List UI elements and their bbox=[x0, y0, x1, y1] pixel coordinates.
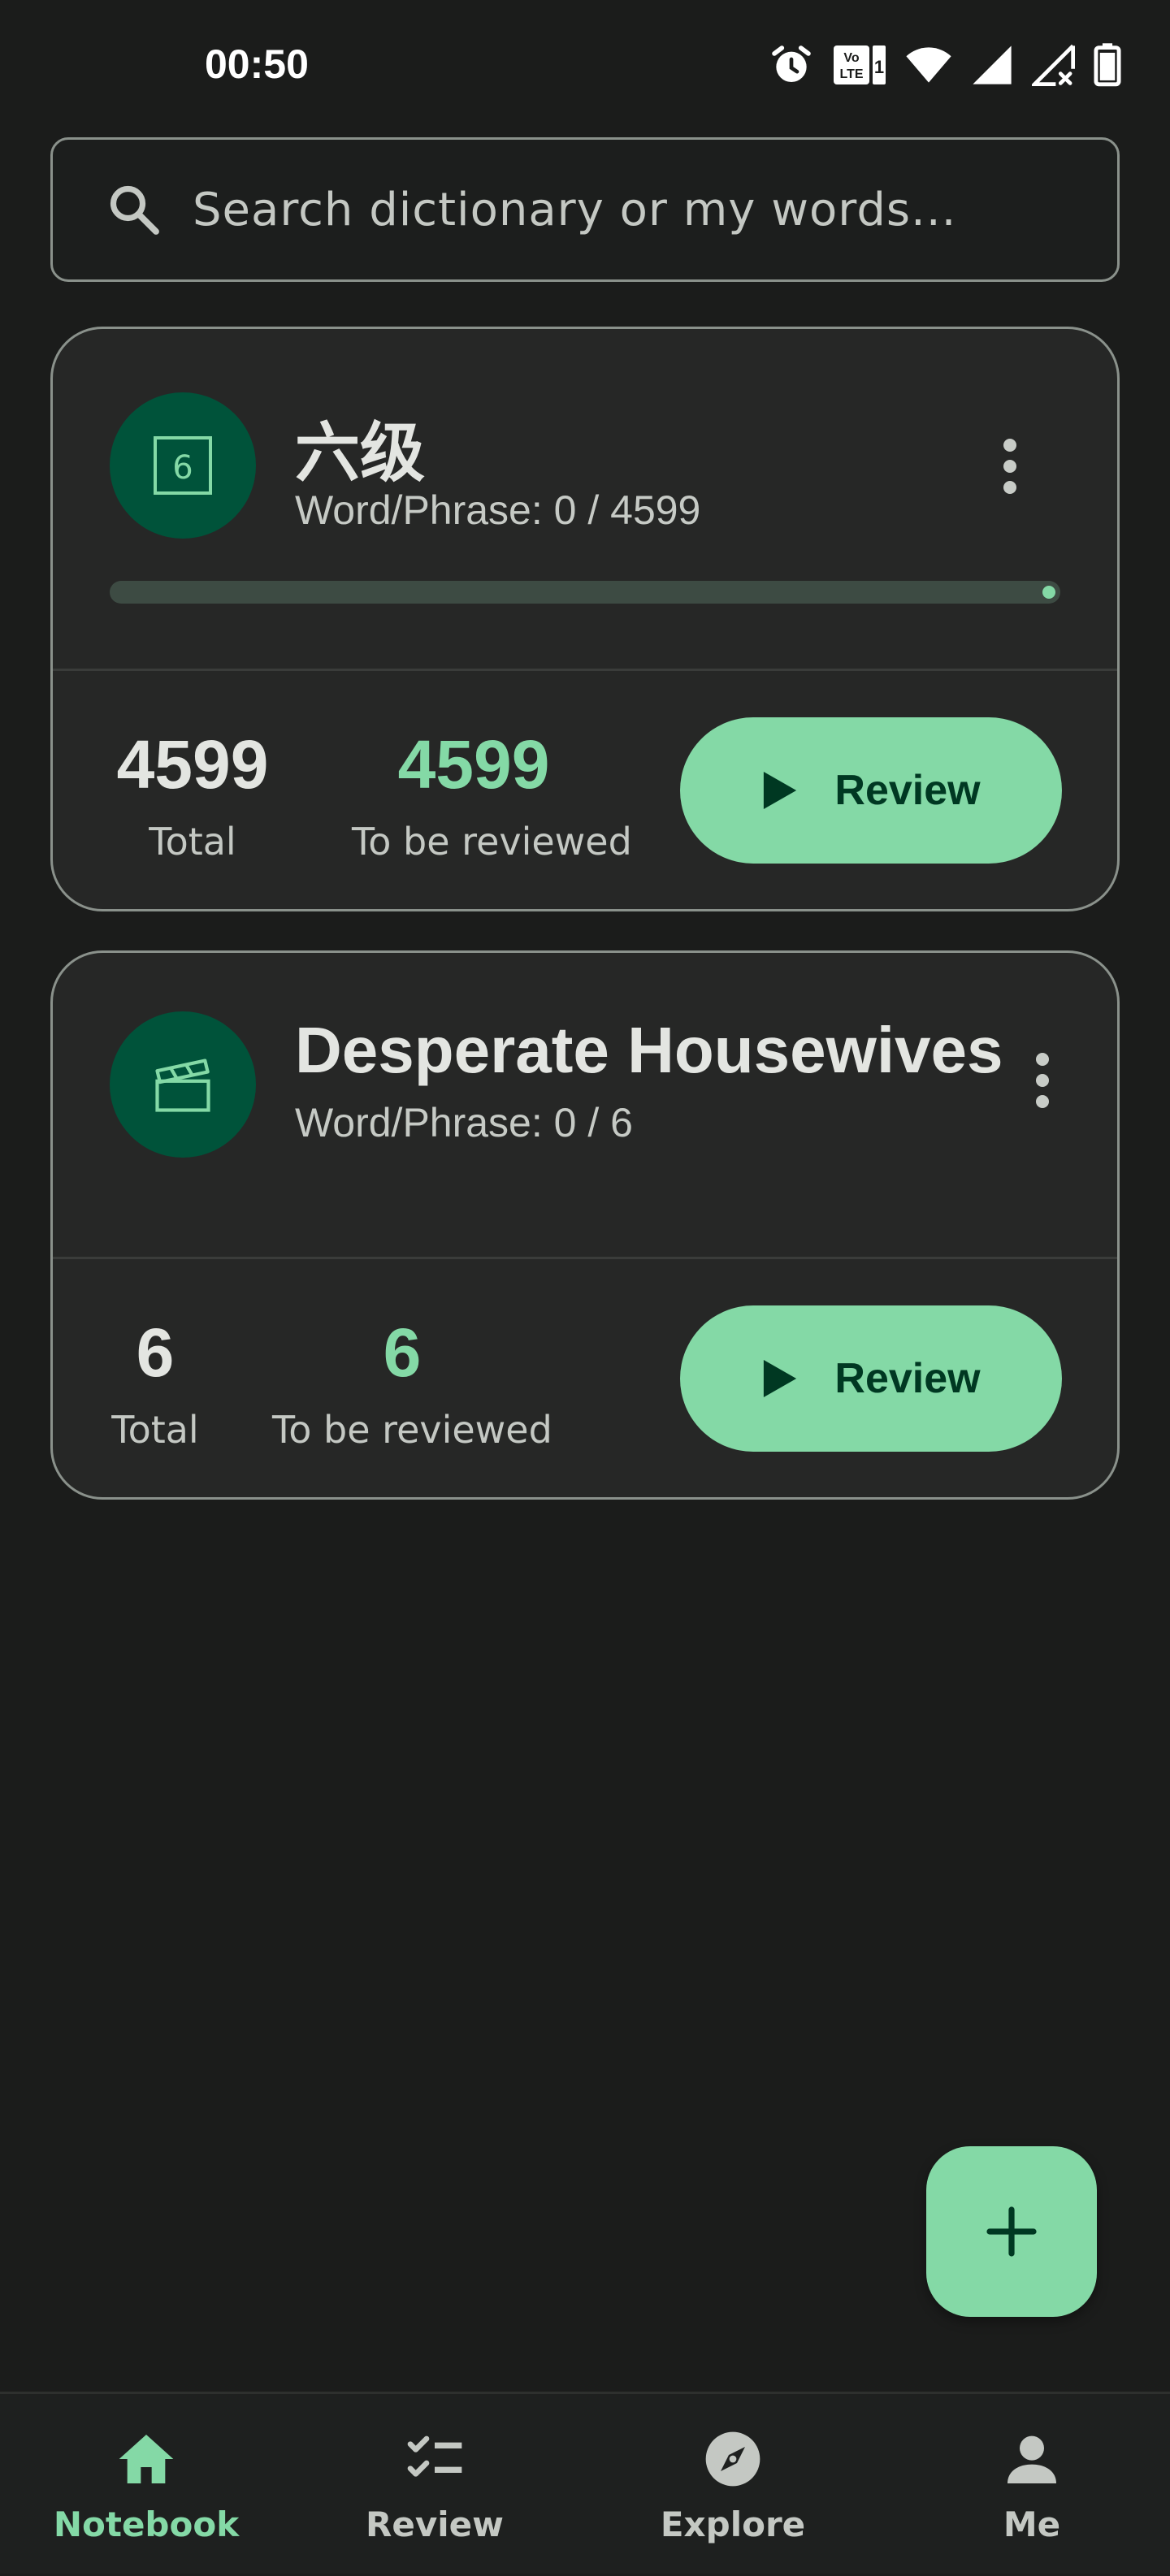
notebook-word-count: Word/Phrase: 0 / 6 bbox=[295, 1100, 633, 1145]
due-count: 6 bbox=[383, 1314, 422, 1391]
svg-text:6: 6 bbox=[172, 449, 193, 487]
nav-item-me[interactable]: Me bbox=[886, 2394, 1170, 2576]
nav-item-notebook[interactable]: Notebook bbox=[0, 2394, 292, 2576]
notebook-card-desperate-housewives[interactable]: Desperate Housewives Word/Phrase: 0 / 6 … bbox=[50, 950, 1120, 1500]
add-notebook-button[interactable] bbox=[926, 2146, 1097, 2317]
notebook-word-count: Word/Phrase: 0 / 4599 bbox=[295, 487, 701, 533]
nav-label: Explore bbox=[660, 2505, 806, 2544]
svg-text:1: 1 bbox=[874, 57, 884, 77]
card-divider bbox=[53, 1257, 1117, 1259]
due-label: To be reviewed bbox=[352, 820, 632, 864]
total-count: 4599 bbox=[116, 726, 269, 803]
nav-item-explore[interactable]: Explore bbox=[587, 2394, 879, 2576]
signal-no-service-icon bbox=[1032, 44, 1075, 86]
more-dot-icon bbox=[1036, 1095, 1049, 1108]
search-bar[interactable] bbox=[50, 137, 1120, 282]
wifi-icon bbox=[906, 47, 951, 83]
clapperboard-icon bbox=[155, 1059, 210, 1112]
checklist-icon bbox=[401, 2425, 469, 2493]
nav-label: Me bbox=[1003, 2505, 1061, 2544]
progress-end-dot bbox=[1042, 586, 1055, 599]
svg-text:Vo: Vo bbox=[843, 51, 859, 65]
status-time: 00:50 bbox=[205, 41, 309, 87]
total-count: 6 bbox=[136, 1314, 175, 1391]
nav-label: Review bbox=[366, 2505, 504, 2544]
more-options-button[interactable] bbox=[986, 430, 1034, 503]
total-label: Total bbox=[149, 820, 236, 864]
more-dot-icon bbox=[1003, 460, 1016, 473]
more-options-button[interactable] bbox=[1018, 1044, 1067, 1117]
plus-icon bbox=[986, 2206, 1037, 2257]
play-icon bbox=[764, 772, 797, 809]
card-divider bbox=[53, 669, 1117, 671]
notebook-card-cet6[interactable]: 6 六级 Word/Phrase: 0 / 4599 4599 Total 45… bbox=[50, 327, 1120, 911]
battery-icon bbox=[1094, 43, 1121, 87]
search-input[interactable] bbox=[191, 182, 1117, 237]
six-square-icon: 6 bbox=[154, 436, 212, 495]
notebook-avatar bbox=[110, 1011, 256, 1158]
more-dot-icon bbox=[1036, 1074, 1049, 1087]
bottom-navigation: Notebook Review Explore Me bbox=[0, 2392, 1170, 2574]
review-button[interactable]: Review bbox=[680, 717, 1062, 864]
notebook-avatar: 6 bbox=[110, 392, 256, 539]
review-button[interactable]: Review bbox=[680, 1305, 1062, 1452]
play-icon bbox=[764, 1360, 797, 1397]
search-icon bbox=[110, 185, 159, 235]
nav-item-review[interactable]: Review bbox=[288, 2394, 581, 2576]
notebook-title: 六级 bbox=[295, 417, 425, 489]
review-button-label: Review bbox=[834, 767, 981, 814]
status-icons: Vo LTE 1 bbox=[769, 42, 1121, 88]
nav-label: Notebook bbox=[53, 2505, 240, 2544]
more-dot-icon bbox=[1003, 439, 1016, 452]
due-count: 4599 bbox=[397, 726, 550, 803]
status-bar: 00:50 Vo LTE 1 bbox=[0, 0, 1170, 130]
review-button-label: Review bbox=[834, 1355, 981, 1402]
notebook-title: Desperate Housewives bbox=[295, 1014, 1003, 1086]
review-progress-bar bbox=[110, 581, 1060, 604]
total-label: Total bbox=[111, 1408, 199, 1452]
compass-icon bbox=[699, 2425, 767, 2493]
signal-icon bbox=[973, 45, 1012, 84]
more-dot-icon bbox=[1003, 481, 1016, 494]
due-label: To be reviewed bbox=[272, 1408, 552, 1452]
alarm-icon bbox=[772, 45, 811, 82]
home-icon bbox=[112, 2425, 180, 2493]
svg-text:LTE: LTE bbox=[839, 67, 863, 81]
volte-icon: Vo LTE 1 bbox=[834, 45, 886, 84]
more-dot-icon bbox=[1036, 1053, 1049, 1066]
person-icon bbox=[998, 2425, 1066, 2493]
